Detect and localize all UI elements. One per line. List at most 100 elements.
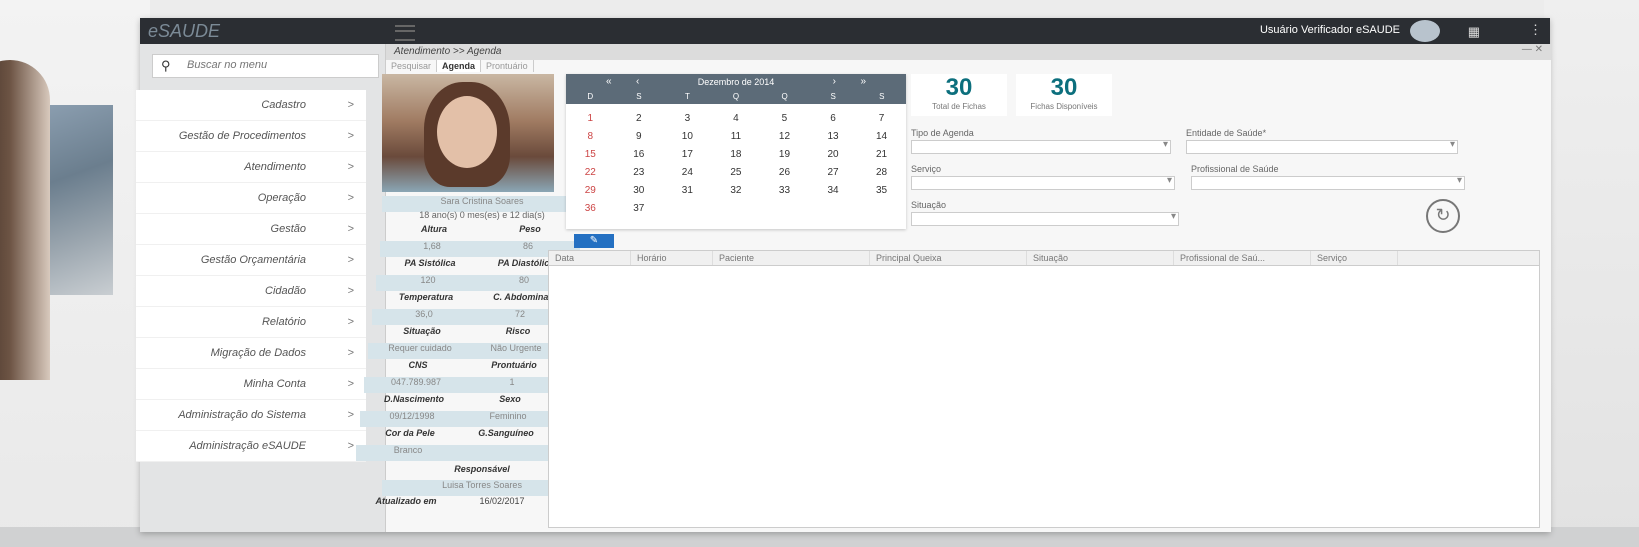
- calendar-day[interactable]: 9: [615, 128, 664, 146]
- menu-item-label: Cadastro: [261, 99, 306, 111]
- search-input[interactable]: [185, 58, 369, 72]
- tab-agenda[interactable]: Agenda: [437, 60, 482, 72]
- patient-info-row: Requer cuidado Não Urgente: [368, 343, 568, 359]
- counter-available-value: 30: [1050, 74, 1078, 101]
- patient-info-cell: Sexo: [499, 394, 521, 404]
- patient-panel: Sara Cristina Soares 18 ano(s) 0 mes(es)…: [314, 74, 582, 532]
- patient-info-row: Temperatura C. Abdominal: [374, 292, 574, 308]
- calendar-day[interactable]: 8: [566, 128, 615, 146]
- entidade-label: Entidade de Saúde*: [1186, 128, 1267, 138]
- table-column-header[interactable]: Profissional de Saú...: [1174, 251, 1311, 265]
- next-year-icon[interactable]: »: [860, 74, 866, 90]
- avatar[interactable]: [1410, 20, 1440, 42]
- calendar-day[interactable]: 17: [663, 146, 712, 164]
- refresh-icon[interactable]: ↻: [1426, 199, 1460, 233]
- prev-month-icon[interactable]: ‹: [636, 74, 639, 90]
- situacao-select[interactable]: [911, 211, 1179, 226]
- patient-info-cell: Situação: [403, 326, 441, 336]
- table-column-header[interactable]: Data: [549, 251, 631, 265]
- patient-photo: [382, 74, 554, 192]
- calendar-day[interactable]: 12: [760, 128, 809, 146]
- calendar-day[interactable]: 19: [760, 146, 809, 164]
- calendar-day[interactable]: 2: [615, 110, 664, 128]
- calendar-day[interactable]: 10: [663, 128, 712, 146]
- calendar-day[interactable]: 22: [566, 164, 615, 182]
- tab-pesquisar[interactable]: Pesquisar: [386, 60, 438, 72]
- user-name[interactable]: Usuário Verificador eSAUDE: [1260, 24, 1400, 36]
- calendar-day[interactable]: 15: [566, 146, 615, 164]
- patient-info-row: Altura Peso: [382, 224, 582, 240]
- patient-info-row: Situação Risco: [370, 326, 570, 342]
- calendar-day[interactable]: 35: [857, 182, 906, 200]
- hamburger-icon[interactable]: [395, 25, 415, 41]
- calendar-day[interactable]: 16: [615, 146, 664, 164]
- calendar-day[interactable]: 26: [760, 164, 809, 182]
- prev-year-icon[interactable]: «: [606, 74, 612, 90]
- profissional-select[interactable]: [1191, 175, 1465, 190]
- counter-total: 30 Total de Fichas: [911, 74, 1007, 116]
- servico-select[interactable]: [911, 175, 1175, 190]
- calendar-day[interactable]: 37: [615, 200, 664, 218]
- background-top: [0, 0, 1639, 20]
- calendar-day[interactable]: 25: [712, 164, 761, 182]
- calendar-weekdays: DSTQQSS: [566, 90, 906, 104]
- calendar-day[interactable]: 24: [663, 164, 712, 182]
- calendar-day[interactable]: 13: [809, 128, 858, 146]
- entidade-select[interactable]: [1186, 139, 1458, 154]
- calendar-day[interactable]: 20: [809, 146, 858, 164]
- calendar-day[interactable]: 1: [566, 110, 615, 128]
- patient-info-cell: Temperatura: [398, 292, 454, 302]
- patient-info-cell: PA Sistólica: [404, 258, 456, 268]
- more-vertical-icon[interactable]: ⋮: [1529, 22, 1542, 38]
- calendar-day[interactable]: 21: [857, 146, 906, 164]
- calendar-day[interactable]: 14: [857, 128, 906, 146]
- table-column-header[interactable]: Serviço: [1311, 251, 1398, 265]
- calendar-day[interactable]: 30: [615, 182, 664, 200]
- calendar-day[interactable]: 36: [566, 200, 615, 218]
- calendar-day[interactable]: 32: [712, 182, 761, 200]
- background-right: [1544, 0, 1639, 547]
- menu-item-label: Administração eSAUDE: [189, 440, 306, 452]
- calendar-day[interactable]: 31: [663, 182, 712, 200]
- menu-item-label: Gestão de Procedimentos: [178, 130, 306, 142]
- next-month-icon[interactable]: ›: [833, 74, 836, 90]
- patient-info-row: 120 80: [376, 275, 576, 291]
- patient-info-cell: D.Nascimento: [383, 394, 445, 404]
- search-icon: ⚲: [161, 58, 171, 73]
- tab-prontuario[interactable]: Prontuário: [481, 60, 534, 72]
- calendar-day[interactable]: 33: [760, 182, 809, 200]
- calendar-day[interactable]: 7: [857, 110, 906, 128]
- calendar-day[interactable]: 27: [809, 164, 858, 182]
- calendar-day[interactable]: 3: [663, 110, 712, 128]
- appointments-table: Data Horário Paciente Principal Queixa Situa…: [548, 250, 1540, 528]
- calendar-day[interactable]: 5: [760, 110, 809, 128]
- menu-item-label: Relatório: [261, 316, 306, 328]
- calendar-day[interactable]: 23: [615, 164, 664, 182]
- calendar: « ‹ Dezembro de 2014 › » DSTQQSS 1234567…: [566, 74, 906, 229]
- table-column-header[interactable]: Situação: [1027, 251, 1174, 265]
- patient-info-cell: Peso: [519, 224, 541, 234]
- calendar-day[interactable]: 11: [712, 128, 761, 146]
- table-column-header[interactable]: Paciente: [713, 251, 870, 265]
- patient-info-cell: Cor da Pele: [385, 428, 435, 438]
- calendar-day[interactable]: 4: [712, 110, 761, 128]
- table-column-header[interactable]: Principal Queixa: [870, 251, 1027, 265]
- calendar-day[interactable]: 34: [809, 182, 858, 200]
- table-column-header[interactable]: Horário: [631, 251, 713, 265]
- patient-info-cell: 047.789.987: [390, 377, 442, 387]
- updated-value: 16/02/2017: [479, 496, 525, 506]
- patient-face: [437, 96, 497, 168]
- tipo-agenda-select[interactable]: [911, 139, 1171, 154]
- brand-logo: eSAUDE: [148, 21, 221, 41]
- patient-info-cell: CNS: [408, 360, 428, 370]
- profissional-label: Profissional de Saúde: [1191, 164, 1279, 174]
- edit-button[interactable]: ✎: [574, 234, 614, 248]
- menu-item-label: Atendimento: [244, 161, 306, 173]
- calendar-day[interactable]: 28: [857, 164, 906, 182]
- menu-item-label: Administração do Sistema: [178, 409, 306, 421]
- window-controls[interactable]: — ✕: [1522, 44, 1543, 55]
- apps-grid-icon[interactable]: ▦: [1468, 24, 1480, 40]
- calendar-day[interactable]: 18: [712, 146, 761, 164]
- calendar-day[interactable]: 6: [809, 110, 858, 128]
- calendar-day[interactable]: 29: [566, 182, 615, 200]
